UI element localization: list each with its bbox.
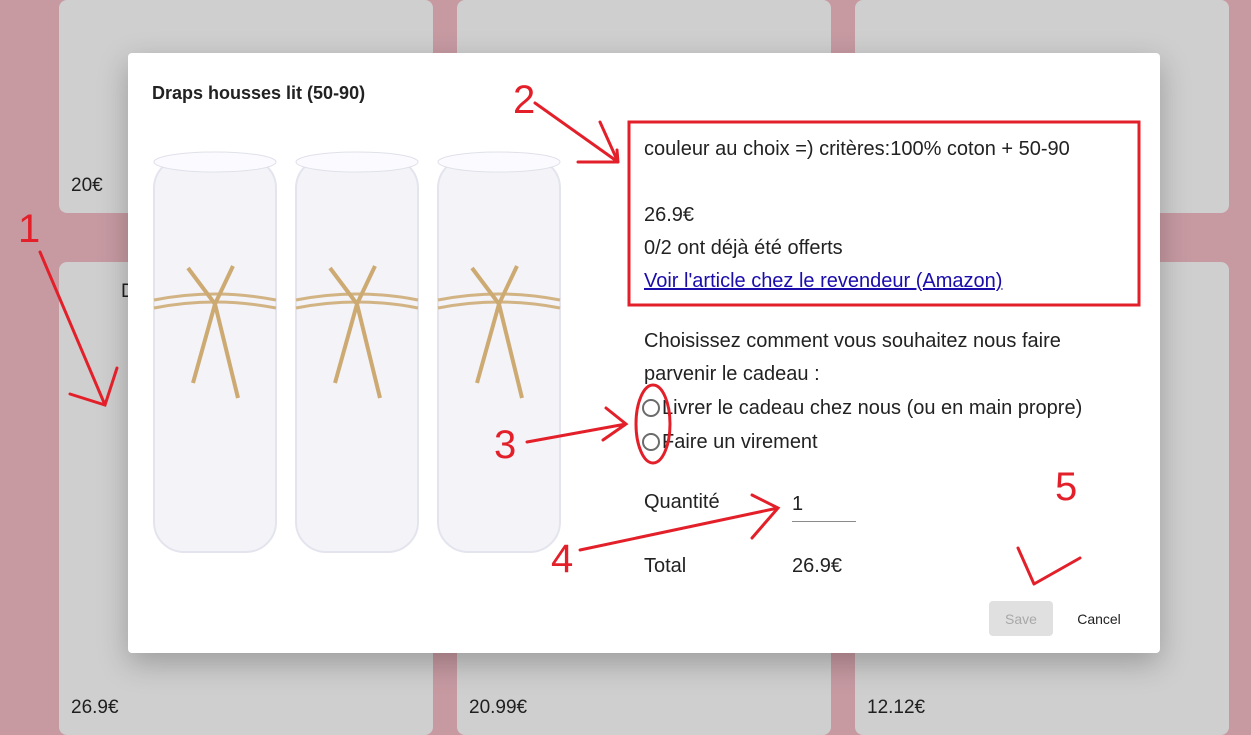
quantity-input[interactable] — [792, 488, 856, 522]
total-label: Total — [644, 555, 687, 577]
background-price: 26.9€ — [71, 697, 119, 718]
retailer-link[interactable]: Voir l'article chez le revendeur (Amazon… — [644, 270, 1002, 292]
towel-roll-image — [295, 151, 419, 553]
total-value: 26.9€ — [792, 555, 843, 577]
delivery-option-label: Livrer le cadeau chez nous (ou en main p… — [662, 396, 1083, 419]
product-description: couleur au choix =) critères:100% coton … — [644, 138, 1070, 160]
towel-roll-image — [437, 151, 561, 553]
offered-count: 0/2 ont déjà été offerts — [644, 237, 843, 259]
product-image — [153, 151, 561, 553]
annotation-number: 1 — [18, 207, 40, 251]
dialog-title: Draps housses lit (50-90) — [152, 83, 366, 103]
background-price: 12.12€ — [867, 697, 926, 718]
delivery-choice-prompt: Choisissez comment vous souhaitez nous f… — [644, 330, 1061, 385]
product-details: couleur au choix =) critères:100% coton … — [644, 133, 1144, 298]
delivery-option-label: Faire un virement — [662, 430, 818, 453]
quantity-label: Quantité — [644, 491, 720, 513]
delivery-option-transfer[interactable]: Faire un virement — [642, 427, 818, 457]
background-price: 20€ — [71, 175, 103, 196]
save-button[interactable]: Save — [989, 601, 1053, 636]
product-price: 26.9€ — [644, 204, 695, 226]
background-price: 20.99€ — [469, 697, 528, 718]
gift-dialog: Draps housses lit (50-90) couleur au cho… — [128, 53, 1160, 653]
towel-roll-image — [153, 151, 277, 553]
radio-button[interactable] — [642, 399, 660, 417]
cancel-button[interactable]: Cancel — [1068, 601, 1130, 636]
delivery-option-home[interactable]: Livrer le cadeau chez nous (ou en main p… — [642, 393, 1083, 423]
radio-button[interactable] — [642, 433, 660, 451]
